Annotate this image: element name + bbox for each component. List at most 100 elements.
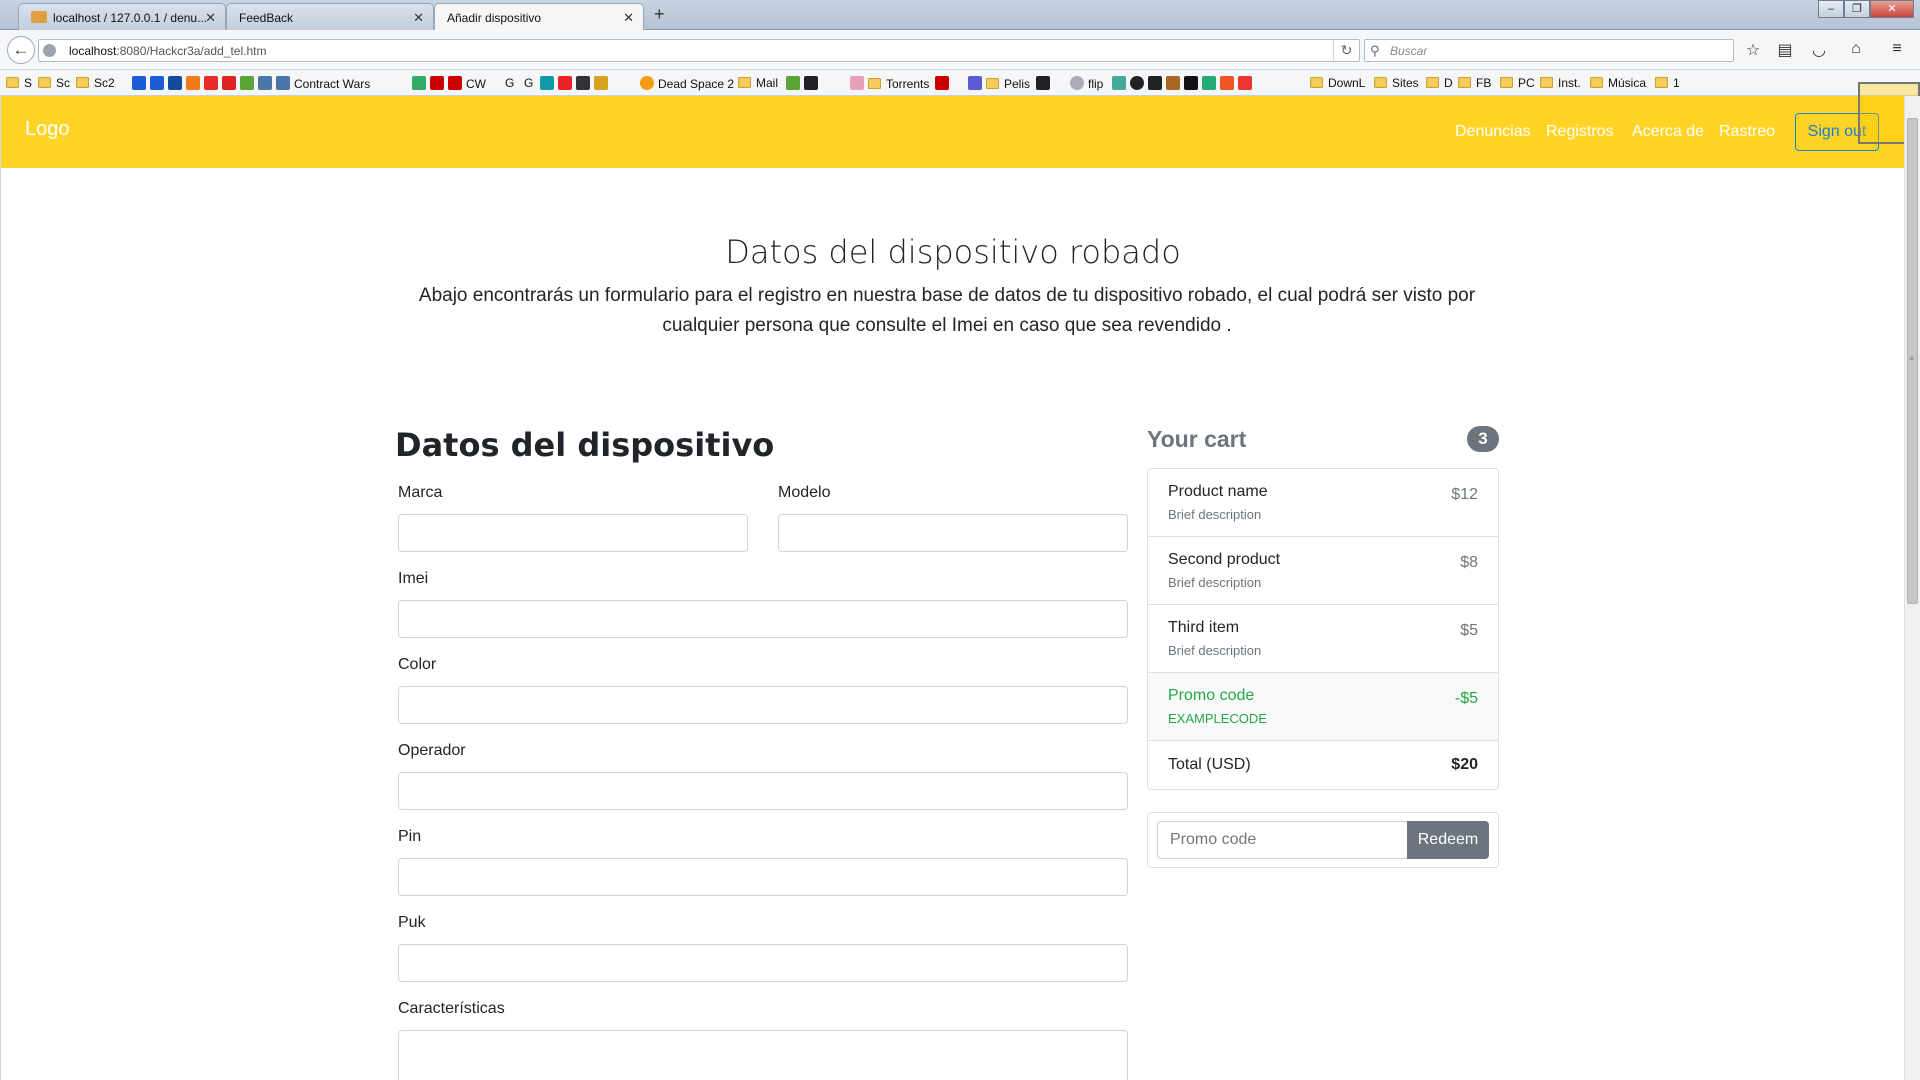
restore-icon[interactable]: ❐ [1844, 0, 1870, 18]
tab-phpmyadmin[interactable]: localhost / 127.0.0.1 / denu... ✕ [18, 3, 226, 30]
bookmark-folder[interactable]: Sites [1374, 76, 1419, 90]
folder-icon [76, 77, 89, 88]
bookmark-icons-group[interactable] [1112, 76, 1256, 91]
tab-title: localhost / 127.0.0.1 / denu... [53, 11, 208, 25]
color-input[interactable] [398, 686, 1128, 724]
bookmark-icons-group[interactable] [540, 76, 612, 91]
cart-promo-row: Promo code EXAMPLECODE -$5 [1148, 673, 1498, 741]
globe-icon [43, 44, 56, 57]
nav-acerca-de[interactable]: Acerca de [1632, 123, 1704, 141]
bookmark-folder[interactable]: Inst. [1540, 76, 1581, 90]
bookmark-folder[interactable]: Mail [738, 76, 778, 90]
bookmark-folder[interactable]: 1 [1655, 76, 1680, 90]
bookmark-star-icon[interactable]: ☆ [1742, 40, 1764, 60]
page-title: Datos del dispositivo robado [725, 233, 1181, 271]
cart-item-name: Third item [1168, 619, 1240, 636]
site-icon [558, 76, 572, 90]
nav-registros[interactable]: Registros [1546, 123, 1614, 141]
lead-line-1: Abajo encontrarás un formulario para el … [418, 285, 1476, 306]
bookmark-folder[interactable]: Sc [38, 76, 70, 90]
reading-list-icon[interactable]: ▤ [1774, 40, 1796, 60]
bookmark-link[interactable]: G [505, 76, 514, 90]
site-icon [448, 76, 462, 90]
back-arrow-icon[interactable]: ← [7, 36, 35, 64]
pocket-icon[interactable]: ◡ [1808, 40, 1830, 60]
cart-item-desc: Brief description [1168, 507, 1262, 522]
menu-icon[interactable]: ≡ [1886, 40, 1908, 58]
scrollbar-grip-icon: ≡ [1909, 354, 1914, 363]
operador-label: Operador [398, 742, 466, 759]
folder-icon [38, 77, 51, 88]
bookmark-dead-space-2[interactable]: Dead Space 2 [640, 76, 734, 91]
marca-label: Marca [398, 484, 443, 501]
close-tab-icon[interactable]: ✕ [205, 10, 216, 26]
close-window-icon[interactable]: ✕ [1870, 0, 1914, 18]
site-icon [576, 76, 590, 90]
puk-input[interactable] [398, 944, 1128, 982]
bookmark-link[interactable]: G [524, 76, 533, 90]
nav-rastreo[interactable]: Rastreo [1719, 123, 1775, 141]
site-icon [1184, 76, 1198, 90]
bookmark-folder[interactable]: S [6, 76, 32, 90]
bookmark-icons-group[interactable]: Contract Wars [132, 76, 370, 91]
minimize-icon[interactable]: – [1818, 0, 1844, 18]
marca-input[interactable] [398, 514, 748, 552]
bookmark-icons-group[interactable]: CW [412, 76, 486, 91]
new-tab-button[interactable]: + [654, 4, 665, 25]
total-value: $20 [1451, 756, 1478, 773]
bookmark-folder[interactable]: Sc2 [76, 76, 115, 90]
site-icon [150, 76, 164, 90]
url-bar[interactable]: localhost:8080/Hackcr3a/add_tel.htm ↻ [38, 39, 1360, 62]
nav-denuncias[interactable]: Denuncias [1455, 123, 1531, 141]
pin-input[interactable] [398, 858, 1128, 896]
cart-item-price: $5 [1460, 622, 1478, 639]
puk-label: Puk [398, 914, 426, 931]
page-lead: Abajo encontrarás un formulario para el … [397, 281, 1497, 341]
close-tab-icon[interactable]: ✕ [623, 10, 634, 26]
cart-item: Third item Brief description $5 [1148, 605, 1498, 673]
browser-tab-bar: localhost / 127.0.0.1 / denu... ✕ FeedBa… [0, 0, 1920, 31]
bookmark-folder[interactable]: D [1426, 76, 1453, 90]
site-icon [1148, 76, 1162, 90]
bookmark-folder[interactable]: FB [1458, 76, 1491, 90]
folder-icon [868, 78, 881, 89]
bookmark-folder[interactable]: PC [1500, 76, 1535, 90]
tab-feedback[interactable]: FeedBack ✕ [226, 3, 434, 30]
bookmark-folder[interactable]: DownL [1310, 76, 1365, 90]
window-controls: – ❐ ✕ [1818, 0, 1914, 18]
promo-code-input[interactable] [1157, 821, 1407, 859]
site-icon [1202, 76, 1216, 90]
modelo-input[interactable] [778, 514, 1128, 552]
search-icon: ⚲ [1370, 43, 1380, 58]
bookmark-pelis[interactable]: Pelis [968, 76, 1054, 91]
cart-item-desc: Brief description [1168, 575, 1262, 590]
bookmark-flip[interactable]: flip [1070, 76, 1103, 91]
site-logo[interactable]: Logo [25, 118, 70, 141]
redeem-button[interactable]: Redeem [1407, 821, 1489, 859]
caracteristicas-textarea[interactable] [398, 1030, 1128, 1080]
folder-icon [1655, 77, 1668, 88]
reload-icon[interactable]: ↻ [1333, 40, 1359, 61]
youtube-icon [204, 76, 218, 90]
tab-title: Añadir dispositivo [447, 11, 542, 25]
site-icon [1036, 76, 1051, 90]
site-icon [640, 76, 654, 90]
cart-total-row: Total (USD) $20 [1148, 741, 1498, 789]
site-icon [850, 76, 864, 90]
site-icon [430, 76, 444, 90]
bookmark-torrents[interactable]: Torrents [850, 76, 953, 91]
folder-icon [1426, 77, 1439, 88]
operador-input[interactable] [398, 772, 1128, 810]
site-icon [1220, 76, 1234, 90]
bookmark-folder[interactable]: Música [1590, 76, 1646, 90]
cart-list: Product name Brief description $12 Secon… [1147, 468, 1499, 790]
close-tab-icon[interactable]: ✕ [413, 10, 424, 26]
lead-line-2: cualquier persona que consulte el Imei e… [662, 315, 1232, 336]
tab-add-device[interactable]: Añadir dispositivo ✕ [434, 3, 644, 31]
imei-input[interactable] [398, 600, 1128, 638]
search-bar[interactable]: ⚲ Buscar [1364, 39, 1734, 62]
page-scrollbar[interactable]: ≡ [1904, 96, 1920, 1080]
home-icon[interactable]: ⌂ [1845, 40, 1867, 58]
cart-item-name: Second product [1168, 551, 1281, 568]
bookmark-icons-group[interactable] [786, 76, 822, 91]
